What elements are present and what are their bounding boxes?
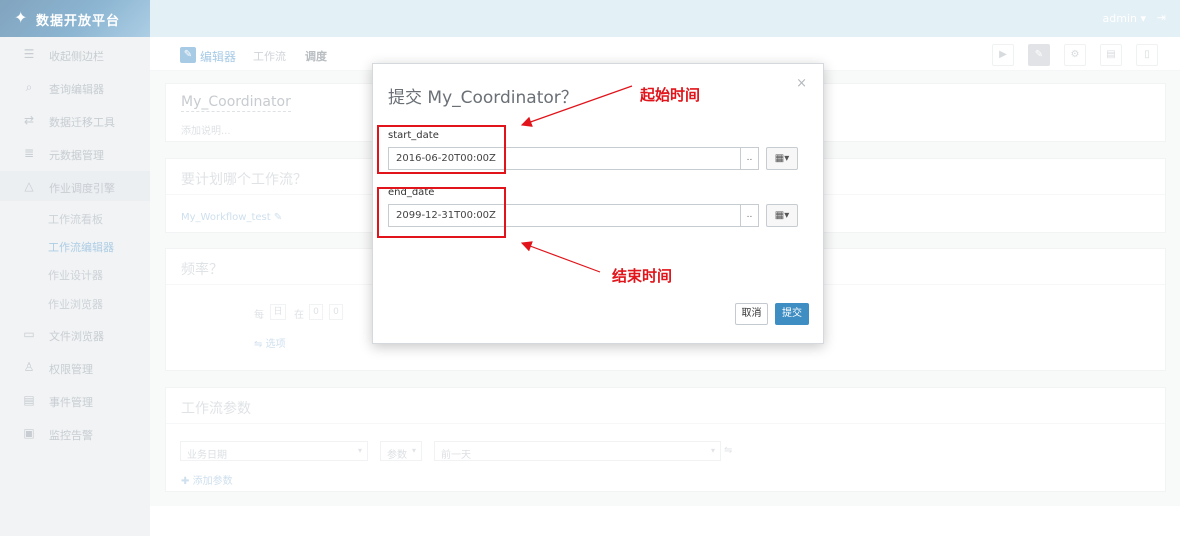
end-arrow	[520, 241, 601, 273]
start-time-annotation: 起始时间	[640, 86, 701, 104]
annotation-arrows	[520, 85, 633, 273]
start-arrow	[520, 85, 633, 127]
app-root: ✦ 数据开放平台 ☰ 收起侧边栏 ⌕ 查询编辑器 ⇄ 数据迁移工具 ≣ 元数据管…	[0, 0, 1180, 536]
end-time-annotation: 结束时间	[612, 267, 673, 285]
